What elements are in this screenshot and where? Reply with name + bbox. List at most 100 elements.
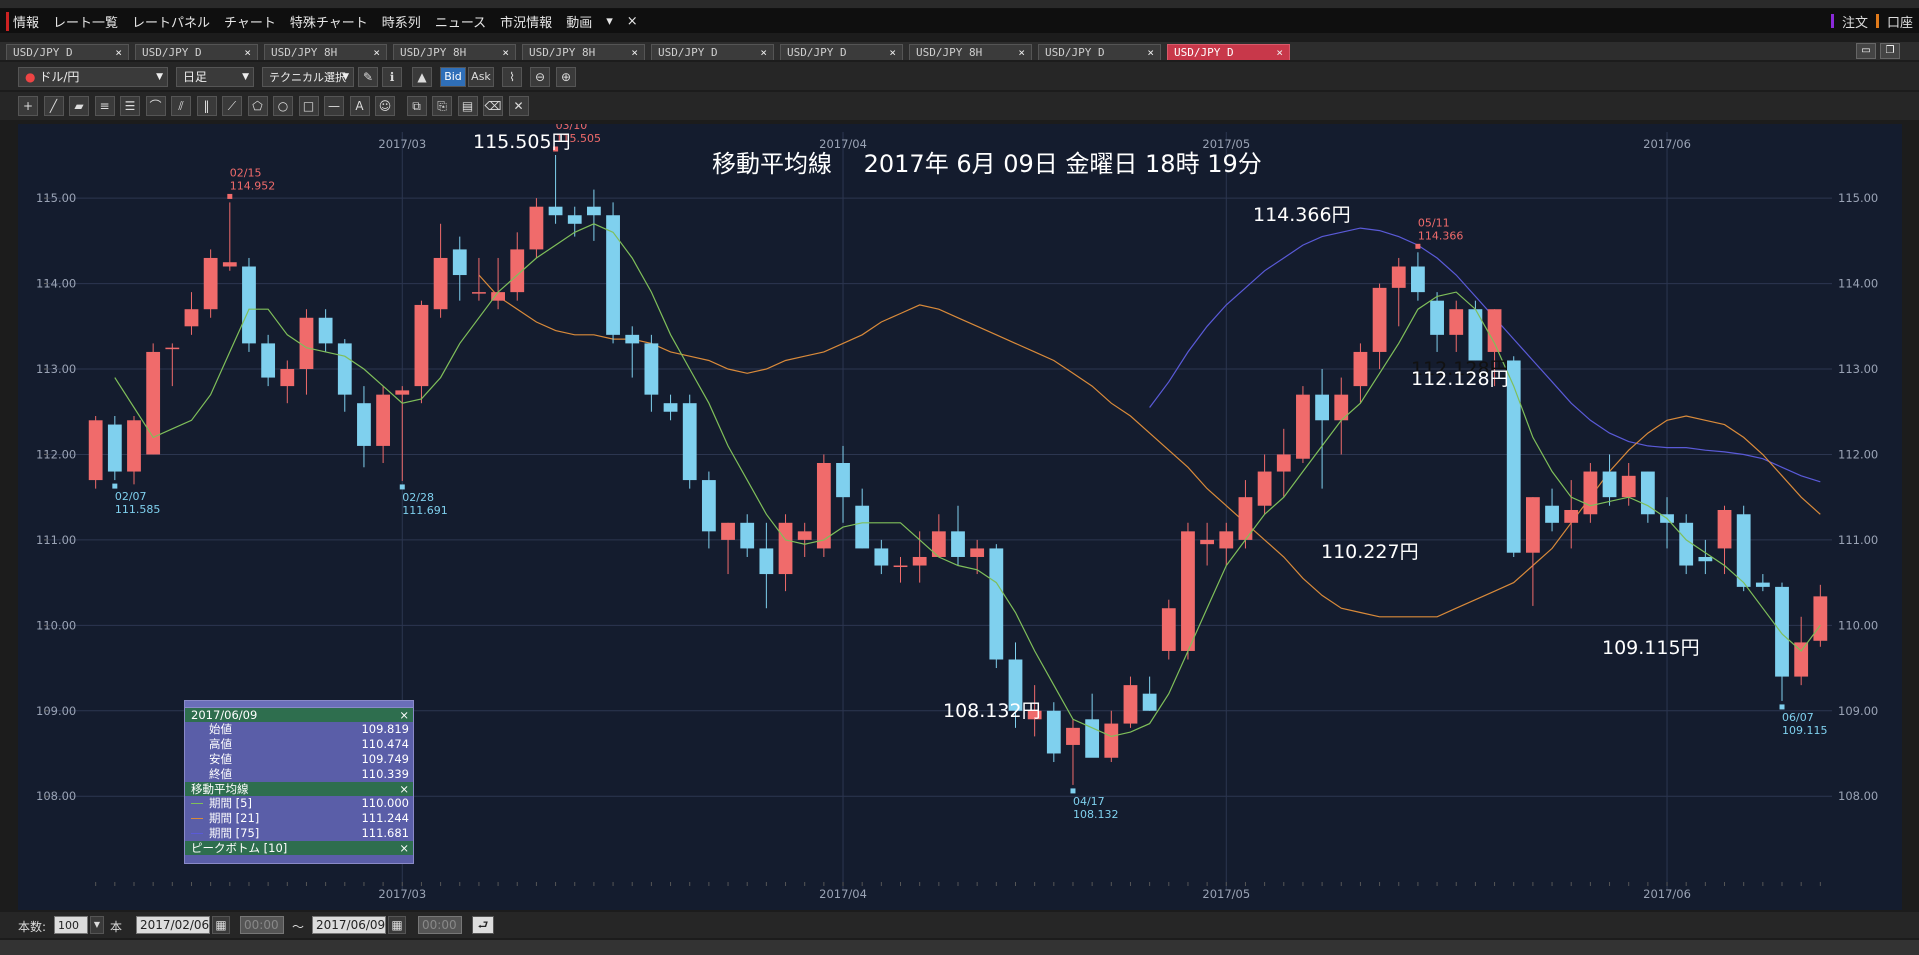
count-down-icon[interactable]: ▼	[90, 916, 104, 934]
maximize-icon[interactable]: ▭	[1856, 43, 1876, 59]
chart-tab[interactable]: USD/JPY D ×	[651, 44, 774, 60]
eraser-icon[interactable]: ⌫	[483, 96, 503, 116]
close-icon[interactable]: ×	[502, 45, 509, 60]
range-tilde: ～	[292, 920, 305, 934]
panel-grip[interactable]	[185, 701, 413, 708]
chart-area[interactable]: 116.00116.00115.00115.00114.00114.00113.…	[18, 106, 1902, 910]
close-icon[interactable]: ×	[399, 782, 409, 796]
chart-tab[interactable]: USD/JPY D ×	[1038, 44, 1161, 60]
y-tick-label-left: 115.00	[36, 191, 76, 205]
text-icon[interactable]: A	[349, 96, 370, 116]
close-icon[interactable]: ×	[399, 708, 409, 722]
circle-icon[interactable]: ○	[273, 96, 293, 116]
bid-button[interactable]: Bid	[440, 67, 466, 87]
calendar-icon[interactable]: ▦	[388, 916, 406, 934]
menu-item-1[interactable]: レート一覧	[46, 12, 125, 31]
candle-body	[1066, 727, 1080, 745]
candle-body	[1679, 522, 1694, 566]
close-icon[interactable]: ×	[1018, 45, 1025, 60]
chart-tab[interactable]: USD/JPY D ×	[780, 44, 903, 60]
candle-body	[1717, 509, 1732, 549]
rectangle-icon[interactable]: □	[298, 96, 319, 116]
candle-body	[1602, 471, 1617, 498]
candle-body	[836, 463, 850, 498]
hline-icon[interactable]: ≡	[94, 96, 115, 116]
fibo-time-icon[interactable]: ‖	[196, 96, 217, 116]
chart-tab[interactable]: USD/JPY 8H ×	[393, 44, 516, 60]
peak-date: 04/17	[1073, 795, 1105, 808]
stamp-icon[interactable]: ☺	[375, 96, 395, 116]
fan-icon[interactable]: ⫽	[171, 96, 191, 116]
menu-item-5[interactable]: 時系列	[375, 12, 428, 31]
chevron-down-icon: ▼	[242, 72, 249, 82]
erase-all-icon[interactable]: ✕	[508, 96, 529, 116]
ma5-path	[114, 223, 1821, 738]
period-label: 日足	[183, 70, 208, 84]
period-select[interactable]: 日足 ▼	[176, 67, 254, 87]
line-icon[interactable]: ╱	[43, 96, 64, 116]
restore-icon[interactable]: ❐	[1880, 43, 1900, 59]
y-tick-label-left: 113.00	[36, 362, 76, 376]
close-icon[interactable]: ×	[760, 45, 767, 60]
pitchfork-icon[interactable]: ⟋	[222, 96, 242, 116]
close-icon[interactable]: ×	[1147, 45, 1154, 60]
close-icon[interactable]: ×	[631, 45, 638, 60]
close-icon[interactable]: ×	[889, 45, 896, 60]
candle-type-icon[interactable]: ⌇	[502, 67, 522, 87]
technical-select[interactable]: テクニカル選択 ▼	[262, 67, 354, 87]
order-button[interactable]: 注文	[1842, 12, 1868, 31]
pentagon-icon[interactable]: ⬠	[247, 96, 268, 116]
area-chart-icon[interactable]: ▲	[412, 67, 432, 87]
chart-tab[interactable]: USD/JPY 8H ×	[522, 44, 645, 60]
chart-tab[interactable]: USD/JPY D ×	[6, 44, 129, 60]
count-input[interactable]: 100	[54, 916, 88, 934]
candle-body	[376, 394, 391, 446]
info-icon[interactable]: ℹ	[382, 67, 402, 87]
menu-item-8[interactable]: 動画	[559, 12, 599, 31]
end-time-input[interactable]: 00:00	[418, 916, 462, 934]
menu-item-4[interactable]: 特殊チャート	[283, 12, 375, 31]
close-icon[interactable]: ×	[620, 14, 645, 29]
chart-tab[interactable]: USD/JPY D ×	[1167, 44, 1290, 60]
horizontal-line-icon[interactable]: —	[324, 96, 344, 116]
info-panel[interactable]: 2017/06/09 × 始値 109.819 高値 110.474 安値 109.7…	[184, 700, 414, 864]
currency-pair-select[interactable]: ● ドル/円 ▼	[18, 67, 168, 87]
chart-tab[interactable]: USD/JPY 8H ×	[264, 44, 387, 60]
menu-more-icon[interactable]: ▾	[599, 14, 620, 29]
candle-body	[88, 420, 103, 481]
candle-body	[1046, 710, 1061, 754]
candle-body	[1506, 360, 1521, 553]
menu-item-7[interactable]: 市況情報	[493, 12, 559, 31]
chart-tab[interactable]: USD/JPY 8H ×	[909, 44, 1032, 60]
refresh-icon[interactable]: ⮐	[472, 916, 494, 934]
zoom-out-icon[interactable]: ⊖	[530, 67, 550, 87]
menu-item-2[interactable]: レートパネル	[125, 12, 217, 31]
layers-icon[interactable]: ▤	[457, 96, 478, 116]
candle-body	[318, 317, 333, 344]
account-button[interactable]: 口座	[1887, 12, 1913, 31]
start-date-input[interactable]: 2017/02/06	[136, 916, 210, 934]
fibo-arc-icon[interactable]: ⌒	[145, 96, 166, 116]
pen-icon[interactable]: ✎	[358, 67, 378, 87]
ruler-icon[interactable]: ▰	[69, 96, 89, 116]
zoom-in-icon[interactable]: ⊕	[556, 67, 576, 87]
close-icon[interactable]: ×	[373, 45, 380, 60]
close-icon[interactable]: ×	[1276, 45, 1283, 60]
close-icon[interactable]: ×	[115, 45, 122, 60]
menu-item-6[interactable]: ニュース	[428, 12, 493, 31]
close-icon[interactable]: ×	[244, 45, 251, 60]
paste-icon[interactable]: ⎘	[432, 96, 452, 116]
start-time-input[interactable]: 00:00	[240, 916, 284, 934]
copy-icon[interactable]: ⧉	[406, 96, 427, 116]
end-date-input[interactable]: 2017/06/09	[312, 916, 386, 934]
calendar-icon[interactable]: ▦	[212, 916, 230, 934]
channel-icon[interactable]: ☰	[120, 96, 140, 116]
chart-tab[interactable]: USD/JPY D ×	[135, 44, 258, 60]
crosshair-icon[interactable]: +	[18, 96, 38, 116]
ma21-line	[478, 274, 1821, 618]
window-top-strip	[0, 0, 1919, 9]
ask-button[interactable]: Ask	[468, 67, 494, 87]
menu-item-0[interactable]: 情報	[6, 11, 46, 31]
close-icon[interactable]: ×	[399, 841, 409, 855]
menu-item-3[interactable]: チャート	[217, 12, 283, 31]
